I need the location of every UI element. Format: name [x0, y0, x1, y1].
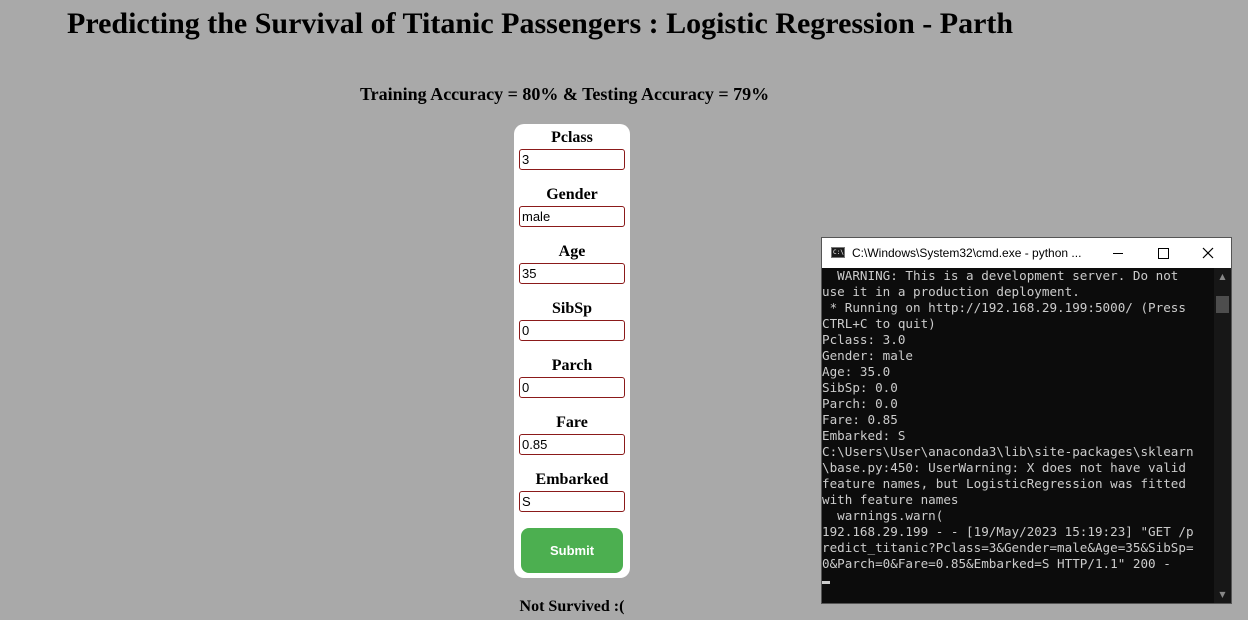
age-input[interactable] — [519, 263, 625, 284]
cmd-line: 0&Parch=0&Fare=0.85&Embarked=S HTTP/1.1"… — [822, 556, 1171, 571]
page-title: Predicting the Survival of Titanic Passe… — [67, 7, 1014, 40]
pclass-label: Pclass — [551, 129, 593, 146]
cmd-line: Fare: 0.85 — [822, 412, 898, 427]
maximize-icon — [1158, 248, 1169, 259]
scroll-up-arrow-icon[interactable]: ▲ — [1214, 268, 1231, 285]
cmd-line: C:\Users\User\anaconda3\lib\site-package… — [822, 444, 1194, 459]
cmd-cursor — [822, 581, 830, 584]
prediction-result: Not Survived :( — [519, 598, 625, 615]
minimize-icon — [1113, 253, 1123, 254]
scroll-thumb[interactable] — [1216, 296, 1229, 313]
gender-input[interactable] — [519, 206, 625, 227]
gender-label: Gender — [546, 186, 598, 203]
cmd-line: warnings.warn( — [822, 508, 944, 523]
scroll-down-arrow-icon[interactable]: ▼ — [1214, 586, 1231, 603]
sibsp-label: SibSp — [551, 300, 593, 317]
cmd-line: Pclass: 3.0 — [822, 332, 906, 347]
cmd-scrollbar[interactable]: ▲ ▼ — [1214, 268, 1231, 603]
fare-field: Fare — [514, 414, 630, 455]
minimize-button[interactable] — [1095, 238, 1140, 268]
pclass-input[interactable] — [519, 149, 625, 170]
cmd-window: C:\ C:\Windows\System32\cmd.exe - python… — [821, 237, 1232, 604]
submit-button[interactable]: Submit — [521, 528, 623, 573]
embarked-input[interactable] — [519, 491, 625, 512]
gender-field: Gender — [514, 186, 630, 227]
prediction-form: Pclass Gender Age SibSp Parch Fare Embar… — [514, 124, 630, 578]
cmd-line: redict_titanic?Pclass=3&Gender=male&Age=… — [822, 540, 1194, 555]
cmd-line: Parch: 0.0 — [822, 396, 898, 411]
cmd-output[interactable]: WARNING: This is a development server. D… — [822, 268, 1214, 603]
cmd-titlebar[interactable]: C:\ C:\Windows\System32\cmd.exe - python… — [822, 238, 1231, 268]
cmd-line: 192.168.29.199 - - [19/May/2023 15:19:23… — [822, 524, 1194, 539]
cmd-line: use it in a production deployment. — [822, 284, 1080, 299]
cmd-line: * Running on http://192.168.29.199:5000/… — [822, 300, 1186, 315]
sibsp-input[interactable] — [519, 320, 625, 341]
age-field: Age — [514, 243, 630, 284]
parch-label: Parch — [551, 357, 593, 374]
accuracy-text: Training Accuracy = 80% & Testing Accura… — [360, 84, 770, 104]
age-label: Age — [558, 243, 586, 260]
cmd-line: WARNING: This is a development server. D… — [822, 268, 1179, 283]
close-button[interactable] — [1186, 238, 1231, 268]
fare-label: Fare — [556, 414, 588, 431]
pclass-field: Pclass — [514, 129, 630, 170]
parch-input[interactable] — [519, 377, 625, 398]
parch-field: Parch — [514, 357, 630, 398]
cmd-window-title: C:\Windows\System32\cmd.exe - python ... — [852, 246, 1082, 260]
sibsp-field: SibSp — [514, 300, 630, 341]
embarked-label: Embarked — [535, 471, 609, 488]
cmd-line: Age: 35.0 — [822, 364, 891, 379]
cmd-line: \base.py:450: UserWarning: X does not ha… — [822, 460, 1186, 475]
cmd-line: CTRL+C to quit) — [822, 316, 936, 331]
cmd-line: SibSp: 0.0 — [822, 380, 898, 395]
cmd-line: with feature names — [822, 492, 959, 507]
fare-input[interactable] — [519, 434, 625, 455]
cmd-line: Gender: male — [822, 348, 913, 363]
embarked-field: Embarked — [514, 471, 630, 512]
cmd-line: Embarked: S — [822, 428, 906, 443]
cmd-line: feature names, but LogisticRegression wa… — [822, 476, 1186, 491]
cmd-app-icon: C:\ — [831, 247, 845, 258]
maximize-button[interactable] — [1140, 238, 1185, 268]
close-icon — [1202, 247, 1214, 259]
